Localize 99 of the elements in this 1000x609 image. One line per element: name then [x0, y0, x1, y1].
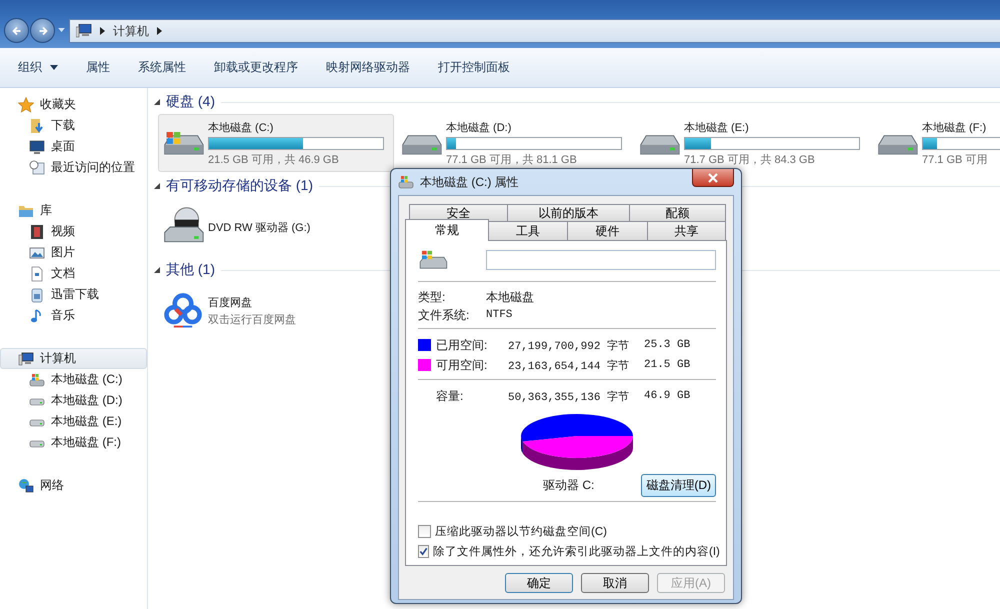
- property-value: 本地磁盘: [486, 288, 535, 306]
- checkbox-label: 除了文件属性外，还允许索引此驱动器上文件的内容(I): [433, 544, 720, 559]
- drive-name: 本地磁盘 (F:): [922, 120, 988, 134]
- nav-item[interactable]: 本地磁盘 (F:): [0, 432, 147, 453]
- tab[interactable]: 安全: [409, 204, 508, 221]
- property-label: 类型:: [418, 288, 446, 306]
- breadcrumb-item[interactable]: 计算机: [113, 22, 149, 40]
- drive-name: 百度网盘: [208, 296, 253, 310]
- dialog-button[interactable]: 确定: [505, 573, 573, 593]
- nav-item[interactable]: 视频: [0, 221, 147, 242]
- toolbar-button[interactable]: 卸载或更改程序: [202, 55, 310, 80]
- nav-item[interactable]: 迅雷下载: [0, 284, 147, 305]
- toolbar-button[interactable]: 打开控制面板: [426, 55, 522, 80]
- drive-name: 本地磁盘 (E:): [684, 120, 750, 134]
- drive-tile[interactable]: 本地磁盘 (C:) 21.5 GB 可用，共 46.9 GB: [158, 114, 394, 172]
- space-bytes: 23,163,654,144 字节: [508, 358, 626, 372]
- caret-icon: [50, 65, 58, 70]
- drive-name: DVD RW 驱动器 (G:): [208, 220, 310, 234]
- nav-item[interactable]: 图片: [0, 242, 147, 263]
- collapse-arrow-icon[interactable]: [154, 99, 160, 105]
- drive-tile[interactable]: 百度网盘 双击运行百度网盘: [158, 282, 394, 340]
- star-icon: [18, 96, 34, 112]
- computer-icon: [18, 350, 34, 366]
- nav-item[interactable]: 库: [0, 200, 147, 221]
- space-size: 21.5 GB: [643, 359, 692, 371]
- checkbox-label: 压缩此驱动器以节约磁盘空间(C): [435, 524, 607, 539]
- recent-places-icon: [29, 160, 45, 176]
- drive-tile[interactable]: 本地磁盘 (D:) 77.1 GB 可用，共 81.1 GB: [396, 114, 632, 172]
- nav-item[interactable]: 桌面: [0, 136, 147, 157]
- computer-icon: [76, 24, 92, 38]
- disk-cleanup-button[interactable]: 磁盘清理(D): [641, 474, 716, 497]
- collapse-arrow-icon[interactable]: [154, 267, 160, 273]
- nav-item[interactable]: 收藏夹: [0, 94, 147, 115]
- property-label: 文件系统:: [418, 306, 470, 324]
- drive-detail: 双击运行百度网盘: [208, 312, 296, 327]
- space-size: 25.3 GB: [643, 339, 692, 351]
- drive-detail: 21.5 GB 可用，共 46.9 GB: [208, 152, 340, 166]
- volume-name-field[interactable]: [486, 250, 716, 270]
- document-icon: [29, 266, 45, 282]
- capacity-bytes: 50,363,355,136 字节: [508, 390, 626, 404]
- tab[interactable]: 以前的版本: [507, 204, 630, 221]
- address-bar[interactable]: 计算机: [69, 19, 1000, 43]
- drive-detail: 71.7 GB 可用，共 84.3 GB: [684, 152, 816, 166]
- group-heading: 硬盘 (4): [166, 93, 215, 111]
- drive-tile[interactable]: DVD RW 驱动器 (G:): [158, 198, 394, 256]
- nav-item[interactable]: 本地磁盘 (C:): [0, 369, 147, 390]
- dropdown-caret-icon[interactable]: [58, 28, 65, 33]
- back-button[interactable]: [4, 18, 29, 43]
- nav-item[interactable]: 音乐: [0, 305, 147, 326]
- breadcrumb-arrow-icon[interactable]: [157, 27, 162, 35]
- nav-item[interactable]: 最近访问的位置: [0, 157, 147, 178]
- tab[interactable]: 共享: [647, 221, 726, 240]
- dialog-title: 本地磁盘 (C:) 属性: [420, 174, 520, 190]
- collapse-arrow-icon[interactable]: [154, 183, 160, 189]
- drive-name: 本地磁盘 (C:): [208, 120, 274, 134]
- toolbar-button[interactable]: 映射网络驱动器: [314, 55, 422, 80]
- toolbar-button[interactable]: 属性: [74, 55, 122, 80]
- close-icon: [708, 172, 718, 182]
- nav-item[interactable]: 网络: [0, 475, 147, 496]
- checkbox[interactable]: [418, 525, 431, 538]
- toolbar-button[interactable]: 组织: [6, 55, 70, 80]
- nav-item[interactable]: 本地磁盘 (D:): [0, 390, 147, 411]
- capacity-label: 容量:: [435, 388, 464, 404]
- drive-detail: 77.1 GB 可用: [922, 152, 988, 166]
- property-value: NTFS: [486, 309, 514, 321]
- nav-item[interactable]: 文档: [0, 263, 147, 284]
- globe-icon: [18, 478, 34, 494]
- toolbar-button[interactable]: 系统属性: [126, 55, 198, 80]
- drive-tile[interactable]: 本地磁盘 (E:) 71.7 GB 可用，共 84.3 GB: [634, 114, 870, 172]
- forward-button[interactable]: [30, 18, 55, 43]
- drive-icon: [29, 372, 45, 388]
- checkbox[interactable]: [418, 545, 429, 558]
- space-bytes: 27,199,700,992 字节: [508, 338, 626, 352]
- space-label: 可用空间:: [436, 356, 488, 374]
- capacity-size: 46.9 GB: [643, 390, 692, 402]
- download-icon: [29, 286, 45, 302]
- tab[interactable]: 配额: [628, 204, 726, 221]
- tab[interactable]: 常规: [405, 219, 489, 241]
- group-heading: 其他 (1): [166, 261, 215, 279]
- tab[interactable]: 硬件: [567, 221, 648, 240]
- drive-icon: [398, 175, 414, 189]
- drive-name: 本地磁盘 (D:): [446, 120, 512, 134]
- nav-item[interactable]: 本地磁盘 (E:): [0, 411, 147, 432]
- film-icon: [29, 224, 45, 240]
- nav-item[interactable]: 下载: [0, 115, 147, 136]
- download-folder-icon: [29, 118, 45, 134]
- tab[interactable]: 工具: [488, 221, 568, 240]
- monitor-icon: [29, 138, 45, 154]
- drive-detail: 77.1 GB 可用，共 81.1 GB: [446, 152, 578, 166]
- space-label: 已用空间:: [436, 336, 488, 354]
- nav-item[interactable]: 计算机: [0, 348, 147, 369]
- close-button[interactable]: [692, 169, 734, 187]
- group-heading: 有可移动存储的设备 (1): [166, 177, 313, 195]
- breadcrumb-arrow-icon[interactable]: [100, 27, 105, 35]
- dialog-button[interactable]: 取消: [581, 573, 649, 593]
- image-icon: [29, 244, 45, 260]
- drive-label: 驱动器 C:: [543, 477, 594, 494]
- drive-tile[interactable]: 本地磁盘 (F:) 77.1 GB 可用: [872, 114, 1000, 172]
- drive-icon: [418, 249, 448, 271]
